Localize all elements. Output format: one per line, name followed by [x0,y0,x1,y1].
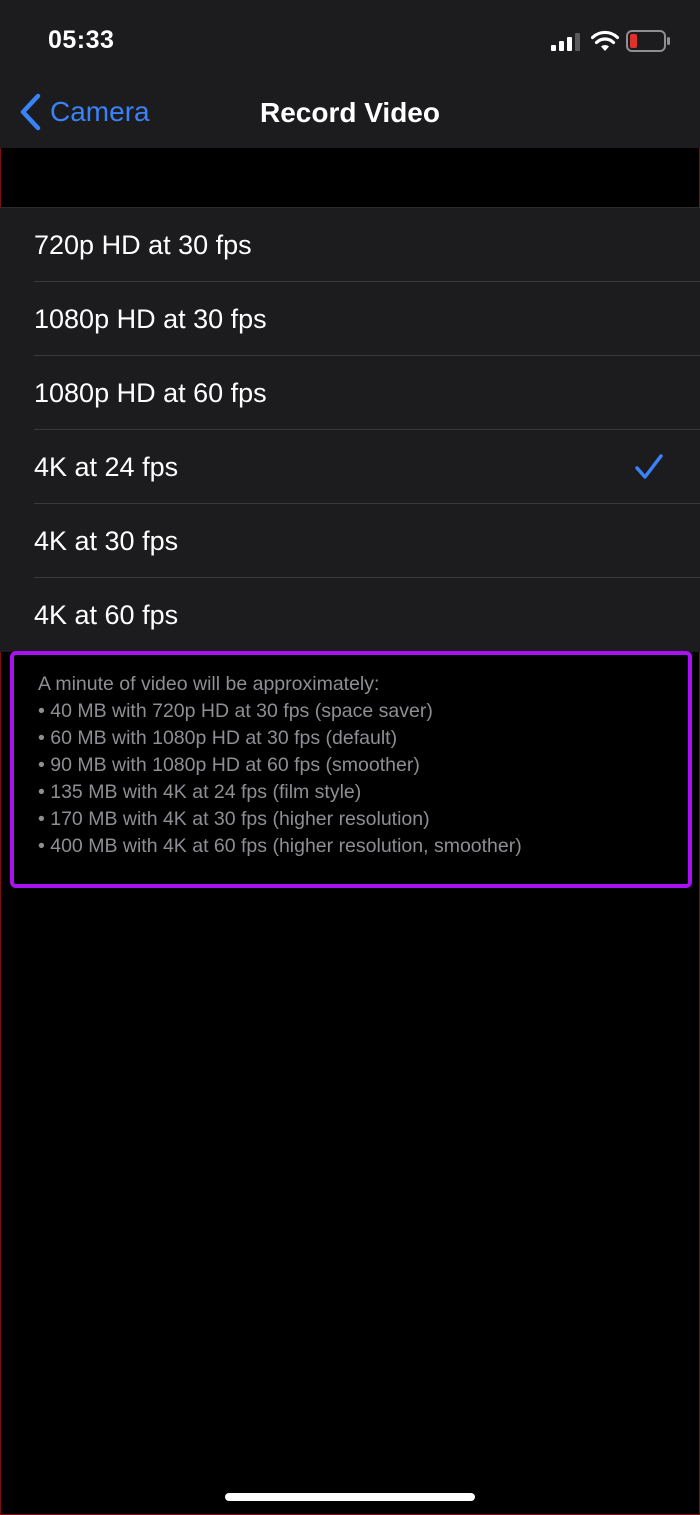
option-label: 720p HD at 30 fps [34,229,252,260]
option-label: 4K at 30 fps [34,525,179,556]
option-4k-30[interactable]: 4K at 30 fps [0,504,700,578]
back-button[interactable]: Camera [18,92,150,132]
back-button-label: Camera [50,96,150,127]
status-bar: 05:33 [0,0,700,80]
option-label: 1080p HD at 30 fps [34,303,267,334]
home-indicator[interactable] [225,1493,475,1501]
note-line: • 170 MB with 4K at 30 fps (higher resol… [38,808,430,830]
battery-low-icon [626,30,670,52]
wifi-icon [591,30,619,51]
option-1080p-60[interactable]: 1080p HD at 60 fps [0,356,700,430]
checkmark-icon [635,454,663,479]
status-time: 05:33 [48,26,115,54]
option-720p-30[interactable]: 720p HD at 30 fps [0,208,700,282]
note-line: • 135 MB with 4K at 24 fps (film style) [38,781,362,803]
note-line: • 40 MB with 720p HD at 30 fps (space sa… [38,700,433,722]
option-label: 1080p HD at 60 fps [34,377,267,408]
note-line: • 60 MB with 1080p HD at 30 fps (default… [38,727,398,749]
navigation-bar: Record Video Camera [0,80,700,148]
video-format-list: 720p HD at 30 fps 1080p HD at 30 fps 108… [0,207,700,652]
size-note-highlight: A minute of video will be approximately:… [10,651,692,888]
note-heading: A minute of video will be approximately: [38,673,380,695]
option-4k-24[interactable]: 4K at 24 fps [0,430,700,504]
cellular-signal-icon [551,33,580,51]
note-line: • 90 MB with 1080p HD at 60 fps (smoothe… [38,754,420,776]
option-label: 4K at 24 fps [34,451,179,482]
size-note: A minute of video will be approximately:… [38,671,522,860]
option-4k-60[interactable]: 4K at 60 fps [0,578,700,652]
note-line: • 400 MB with 4K at 60 fps (higher resol… [38,835,522,857]
option-label: 4K at 60 fps [34,599,179,630]
chevron-left-icon [20,93,41,131]
option-1080p-30[interactable]: 1080p HD at 30 fps [0,282,700,356]
